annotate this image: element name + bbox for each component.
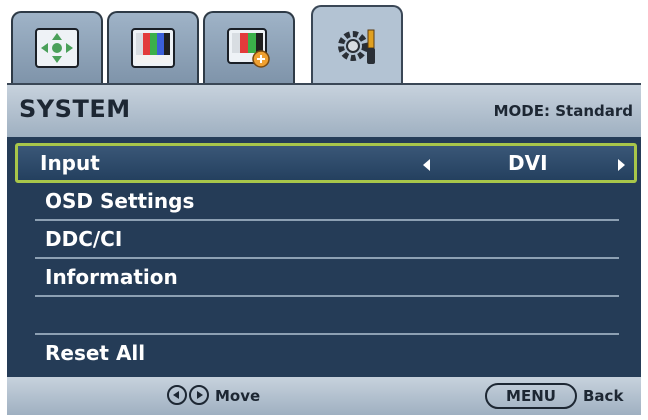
menu-item-ddc-ci[interactable]: DDC/CI — [35, 221, 619, 259]
menu-item-input[interactable]: Input DVI — [15, 143, 637, 183]
tab-display[interactable] — [11, 11, 103, 83]
menu-item-label: Input — [40, 151, 100, 175]
back-hint-label: Back — [583, 387, 624, 405]
system-settings-icon — [333, 24, 381, 68]
arrow-left-icon[interactable] — [423, 159, 430, 171]
move-hint-label: Move — [215, 387, 261, 405]
menu-item-information[interactable]: Information — [35, 259, 619, 297]
menu-panel: Input DVI OSD Settings DDC/CI Informatio… — [7, 137, 641, 377]
footer-hints: Move MENU Back — [7, 377, 641, 415]
input-value: DVI — [508, 151, 548, 175]
osd-window: SYSTEM MODE: Standard Input DVI OSD Sett… — [7, 5, 641, 415]
menu-item-label: Reset All — [45, 341, 146, 365]
tab-system[interactable] — [311, 5, 403, 85]
page-title: SYSTEM — [19, 95, 131, 123]
menu-item-empty — [35, 297, 619, 335]
tab-bar — [7, 5, 641, 85]
display-adjust-icon — [33, 26, 81, 70]
menu-item-label: OSD Settings — [45, 189, 195, 213]
menu-item-osd-settings[interactable]: OSD Settings — [35, 183, 619, 221]
menu-item-reset-all[interactable]: Reset All — [35, 335, 619, 373]
picture-icon — [129, 26, 177, 70]
menu-header: SYSTEM MODE: Standard — [7, 83, 641, 137]
picture-advanced-icon — [225, 26, 273, 70]
arrow-right-icon[interactable] — [618, 159, 625, 171]
menu-button-icon: MENU — [485, 383, 577, 409]
mode-indicator: MODE: Standard — [493, 102, 633, 120]
tab-picture-advanced[interactable] — [203, 11, 295, 83]
menu-item-label: DDC/CI — [45, 227, 123, 251]
tab-picture[interactable] — [107, 11, 199, 83]
right-button-icon — [189, 385, 209, 405]
left-button-icon — [167, 385, 187, 405]
menu-item-label: Information — [45, 265, 178, 289]
